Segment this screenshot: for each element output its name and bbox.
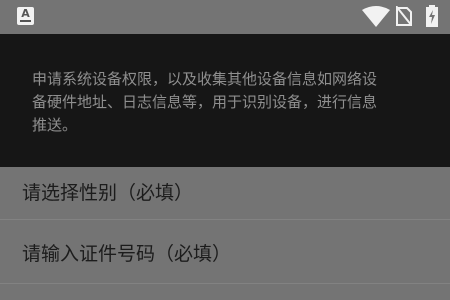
permission-notice-text: 申请系统设备权限，以及收集其他设备信息如网络设 备硬件地址、日志信息等，用于识别… bbox=[32, 68, 450, 137]
divider bbox=[0, 283, 450, 284]
notice-line: 备硬件地址、日志信息等，用于识别设备，进行信息 bbox=[32, 93, 378, 111]
gender-select-row[interactable]: 请选择性别（必填） bbox=[0, 167, 450, 219]
status-bar: A bbox=[0, 0, 450, 34]
notice-line: 推送。 bbox=[32, 116, 78, 134]
screen: A 请选择性别（必填） 请输入证件号码（必填） 申请系统设备权限，以及收集其他设… bbox=[0, 0, 450, 300]
id-number-input-row[interactable]: 请输入证件号码（必填） bbox=[0, 220, 450, 282]
battery-charging-icon bbox=[426, 5, 438, 27]
permission-notice-panel: 申请系统设备权限，以及收集其他设备信息如网络设 备硬件地址、日志信息等，用于识别… bbox=[0, 34, 450, 167]
notice-line: 申请系统设备权限，以及收集其他设备信息如网络设 bbox=[32, 70, 378, 88]
app-notification-icon: A bbox=[17, 7, 34, 25]
wifi-icon bbox=[362, 6, 390, 27]
no-sim-icon bbox=[396, 6, 412, 26]
app-icon-letter: A bbox=[21, 7, 30, 20]
gender-select-placeholder: 请选择性别（必填） bbox=[22, 182, 194, 204]
id-number-input-placeholder: 请输入证件号码（必填） bbox=[22, 243, 232, 265]
